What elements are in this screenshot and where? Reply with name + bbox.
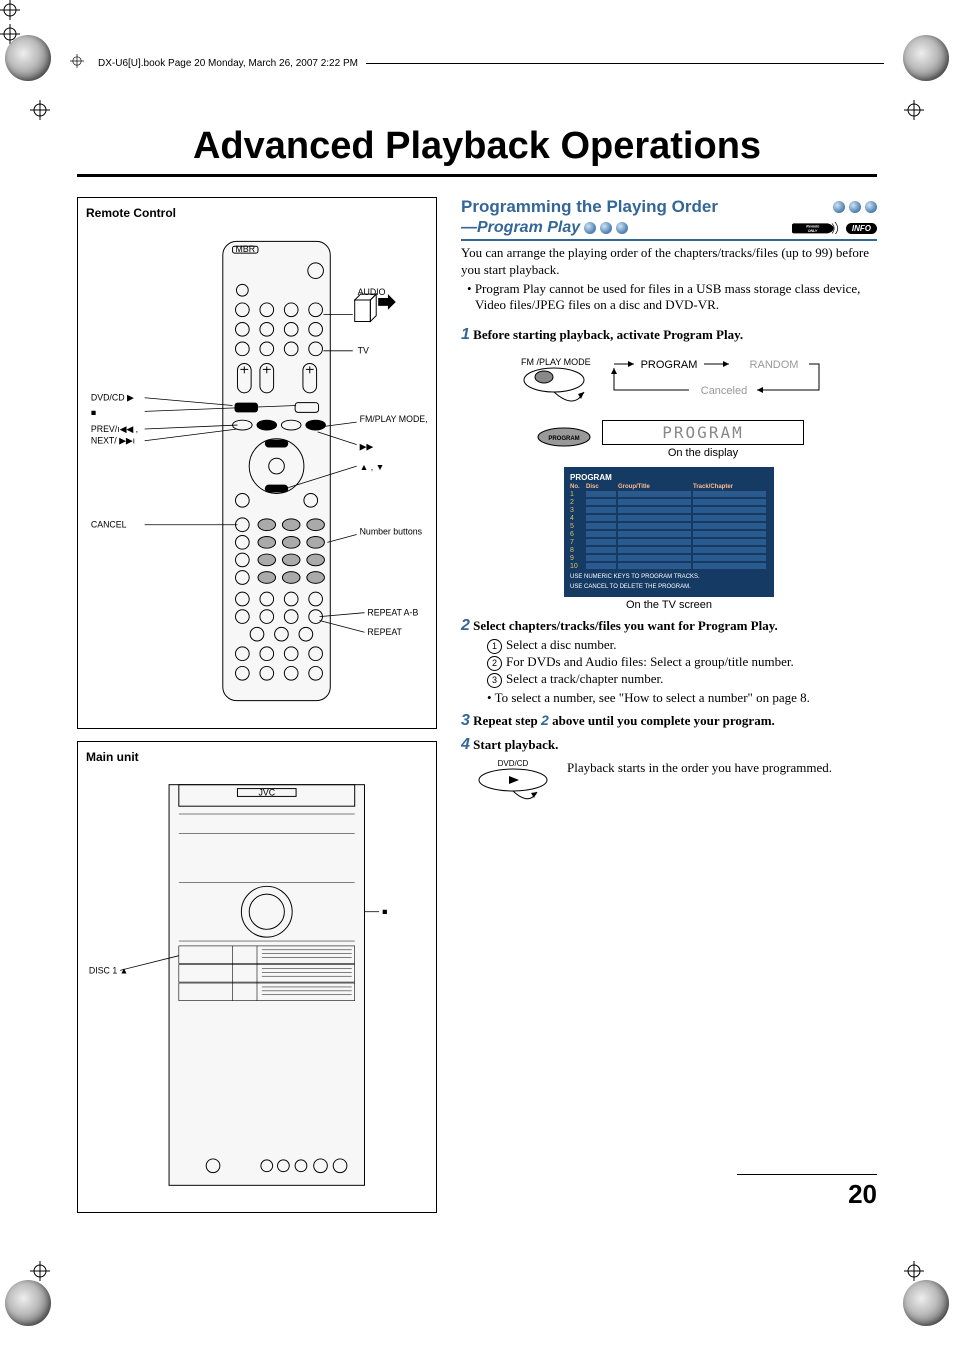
step-num-4: 4 (461, 736, 470, 753)
remote-title: Remote Control (86, 206, 428, 220)
svg-text:AUDIO: AUDIO (358, 287, 386, 297)
svg-text:REPEAT: REPEAT (367, 627, 402, 637)
step-text-1: Before starting playback, activate Progr… (473, 327, 743, 342)
tv-row: 4 (570, 515, 768, 522)
tv-footer-1: USE NUMERIC KEYS TO PROGRAM TRACKS. (570, 574, 768, 581)
svg-text:Canceled: Canceled (701, 385, 747, 397)
svg-text:Remote: Remote (806, 224, 819, 228)
registration-mark-icon (904, 100, 924, 120)
svg-text:TV: TV (358, 346, 369, 356)
tv-screen-mock: PROGRAM No. Disc Group/Title Track/Chapt… (564, 467, 774, 597)
substep-a: 1Select a disc number. (487, 637, 877, 654)
intro-text: You can arrange the playing order of the… (461, 245, 877, 279)
tv-head: PROGRAM (570, 473, 768, 482)
svg-text:▶▶: ▶▶ (360, 442, 374, 452)
section-title: Programming the Playing Order (461, 197, 877, 217)
svg-text:Number buttons: Number buttons (360, 527, 423, 537)
tv-row: 7 (570, 539, 768, 546)
svg-text:FM /PLAY MODE: FM /PLAY MODE (521, 357, 591, 367)
tv-row: 9 (570, 555, 768, 562)
remote-only-icon: Remote ONLY (792, 222, 842, 235)
tv-columns: No. Disc Group/Title Track/Chapter (570, 484, 768, 490)
svg-text:CANCEL: CANCEL (91, 520, 127, 530)
bluedot-icon (600, 222, 612, 234)
svg-text:DVD/CD ▶: DVD/CD ▶ (91, 393, 134, 403)
main-unit-diagram: Main unit JVC (77, 741, 437, 1213)
remote-control-diagram: Remote Control MBR (77, 197, 437, 729)
svg-text:ONLY: ONLY (808, 229, 818, 233)
section-subtitle: —Program Play Remote ONLY INFO (461, 219, 877, 241)
svg-text:RANDOM: RANDOM (750, 359, 799, 371)
main-unit-title: Main unit (86, 750, 428, 764)
on-tv-caption: On the TV screen (461, 599, 877, 611)
bluedot-icon (849, 201, 861, 213)
crop-sphere-icon (903, 1280, 949, 1326)
svg-text:▲ , ▼: ▲ , ▼ (360, 462, 385, 472)
tv-row: 2 (570, 499, 768, 506)
page-title: Advanced Playback Operations (77, 125, 877, 168)
crop-sphere-icon (5, 1280, 51, 1326)
svg-text:MBR: MBR (236, 244, 256, 254)
svg-text:NEXT/ ▶▶ı: NEXT/ ▶▶ı (91, 436, 135, 446)
step-text-2: Select chapters/tracks/files you want fo… (473, 618, 778, 633)
tv-row: 1 (570, 491, 768, 498)
intro-bullet: • Program Play cannot be used for files … (461, 281, 877, 313)
step2-note: • To select a number, see "How to select… (487, 690, 877, 706)
section-subtitle-text: —Program Play (461, 219, 580, 237)
tv-row: 3 (570, 507, 768, 514)
registration-mark-icon (904, 1261, 924, 1281)
tv-row: 8 (570, 547, 768, 554)
svg-text:■: ■ (91, 407, 96, 417)
step-text-3: Repeat step 2 above until you complete y… (473, 713, 775, 728)
mode-cycle-diagram: FM /PLAY MODE PROGRAM RANDOM Canceled (499, 350, 839, 410)
substep-b: 2For DVDs and Audio files: Select a grou… (487, 654, 877, 671)
tv-row: 5 (570, 523, 768, 530)
crop-sphere-icon (5, 35, 51, 81)
registration-mark-icon (0, 24, 954, 48)
registration-mark-icon (0, 0, 954, 24)
svg-text:PROGRAM: PROGRAM (641, 359, 698, 371)
bluedot-icon (616, 222, 628, 234)
svg-text:DISC 1 ▲: DISC 1 ▲ (89, 965, 128, 975)
registration-mark-icon (30, 100, 50, 120)
step-num-2: 2 (461, 617, 470, 634)
svg-text:PROGRAM: PROGRAM (548, 436, 579, 442)
substep-c: 3Select a track/chapter number. (487, 671, 877, 688)
bluedot-icon (833, 201, 845, 213)
main-unit-svg: JVC (86, 770, 428, 1200)
tv-row: 10 (570, 563, 768, 570)
registration-mark-icon (70, 54, 84, 72)
play-button-icon: DVD/CD (471, 758, 555, 808)
program-button-icon: PROGRAM (534, 426, 594, 448)
display-text: PROGRAM (602, 420, 804, 445)
step-num-1: 1 (461, 326, 470, 343)
header-stamp: DX-U6[U].book Page 20 Monday, March 26, … (98, 58, 358, 69)
section-title-text: Programming the Playing Order (461, 197, 718, 217)
page-number: 20 (737, 1174, 877, 1210)
registration-mark-icon (30, 1261, 50, 1281)
svg-text:PREV/ı◀◀ ,: PREV/ı◀◀ , (91, 424, 138, 434)
remote-svg: MBR (86, 226, 428, 716)
crop-sphere-icon (903, 35, 949, 81)
info-badge: INFO (846, 223, 877, 234)
svg-text:JVC: JVC (258, 787, 275, 797)
title-rule (77, 174, 877, 177)
svg-text:FM/PLAY MODE, ıı: FM/PLAY MODE, ıı (360, 414, 428, 424)
bluedot-icon (584, 222, 596, 234)
tv-footer-2: USE CANCEL TO DELETE THE PROGRAM. (570, 584, 768, 591)
step-num-3: 3 (461, 712, 470, 729)
svg-text:REPEAT A-B: REPEAT A-B (367, 608, 418, 618)
step4-result: Playback starts in the order you have pr… (567, 760, 832, 777)
svg-text:■: ■ (382, 907, 387, 917)
step-text-4: Start playback. (473, 737, 558, 752)
tv-row: 6 (570, 531, 768, 538)
on-display-caption: On the display (602, 447, 804, 459)
bluedot-icon (865, 201, 877, 213)
svg-text:DVD/CD: DVD/CD (498, 759, 529, 768)
header-stamp-row: DX-U6[U].book Page 20 Monday, March 26, … (70, 55, 884, 71)
